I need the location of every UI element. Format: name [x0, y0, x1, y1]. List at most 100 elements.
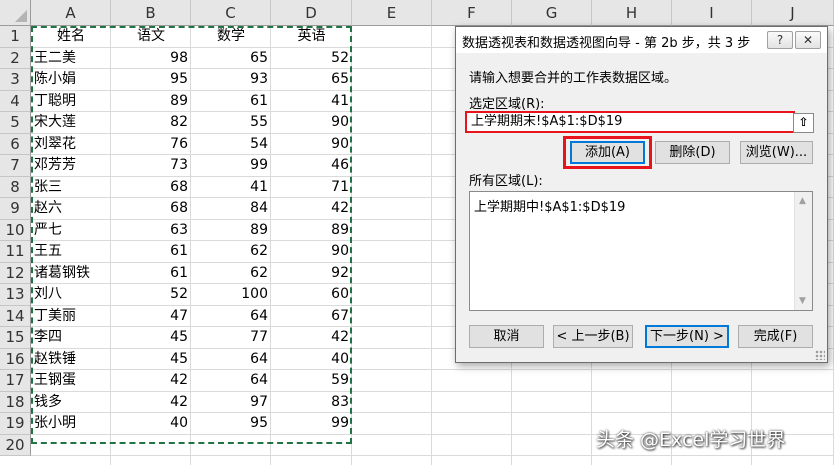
row-header-3[interactable]: 3 — [0, 69, 31, 91]
score-cell[interactable]: 76 — [111, 134, 191, 155]
score-cell[interactable]: 42 — [111, 392, 191, 413]
name-cell[interactable]: 张三 — [31, 177, 111, 198]
score-cell[interactable]: 84 — [191, 198, 271, 219]
score-cell[interactable]: 65 — [271, 69, 352, 90]
score-cell[interactable]: 47 — [111, 306, 191, 327]
score-cell[interactable]: 82 — [111, 112, 191, 133]
score-cell[interactable]: 99 — [191, 155, 271, 176]
score-cell[interactable]: 64 — [191, 370, 271, 391]
resize-grip-icon[interactable] — [815, 350, 825, 360]
list-item[interactable]: 上学期期中!$A$1:$D$19 — [474, 196, 625, 215]
row-header-8[interactable]: 8 — [0, 176, 31, 198]
column-header-i[interactable]: I — [672, 0, 752, 26]
row-header-20[interactable]: 20 — [0, 434, 31, 456]
name-cell[interactable]: 严七 — [31, 220, 111, 241]
score-cell[interactable]: 92 — [271, 263, 352, 284]
score-cell[interactable]: 63 — [111, 220, 191, 241]
delete-button[interactable]: 删除(D) — [655, 141, 730, 164]
name-cell[interactable]: 丁美丽 — [31, 306, 111, 327]
name-cell[interactable]: 邓芳芳 — [31, 155, 111, 176]
score-cell[interactable]: 77 — [191, 327, 271, 348]
browse-button[interactable]: 浏览(W)... — [740, 141, 813, 164]
name-cell[interactable]: 赵六 — [31, 198, 111, 219]
score-cell[interactable]: 60 — [271, 284, 352, 305]
name-cell[interactable]: 王二美 — [31, 48, 111, 69]
all-ranges-list[interactable]: 上学期期中!$A$1:$D$19 ▲ ▼ — [469, 191, 813, 311]
back-button[interactable]: < 上一步(B) — [553, 325, 633, 348]
score-cell[interactable]: 97 — [191, 392, 271, 413]
row-header-14[interactable]: 14 — [0, 305, 31, 327]
header-cell[interactable]: 数学 — [191, 26, 271, 47]
column-header-g[interactable]: G — [512, 0, 592, 26]
score-cell[interactable]: 45 — [111, 327, 191, 348]
score-cell[interactable]: 62 — [191, 241, 271, 262]
column-header-b[interactable]: B — [111, 0, 191, 26]
close-button[interactable]: ✕ — [795, 31, 821, 49]
name-cell[interactable]: 张小明 — [31, 413, 111, 434]
score-cell[interactable]: 65 — [191, 48, 271, 69]
name-cell[interactable]: 刘八 — [31, 284, 111, 305]
column-header-h[interactable]: H — [592, 0, 672, 26]
score-cell[interactable]: 90 — [271, 241, 352, 262]
row-header-19[interactable]: 19 — [0, 413, 31, 435]
score-cell[interactable]: 73 — [111, 155, 191, 176]
score-cell[interactable]: 99 — [271, 413, 352, 434]
header-cell[interactable]: 语文 — [111, 26, 191, 47]
score-cell[interactable]: 59 — [271, 370, 352, 391]
name-cell[interactable]: 丁聪明 — [31, 91, 111, 112]
collapse-dialog-button[interactable]: ⇧ — [793, 113, 814, 133]
score-cell[interactable]: 89 — [271, 220, 352, 241]
column-header-e[interactable]: E — [352, 0, 432, 26]
score-cell[interactable]: 61 — [111, 241, 191, 262]
row-header-13[interactable]: 13 — [0, 284, 31, 306]
row-header-2[interactable]: 2 — [0, 47, 31, 69]
score-cell[interactable]: 42 — [111, 370, 191, 391]
scroll-up-icon[interactable]: ▲ — [799, 196, 806, 206]
scroll-down-icon[interactable]: ▼ — [799, 296, 806, 306]
score-cell[interactable]: 100 — [191, 284, 271, 305]
row-header-7[interactable]: 7 — [0, 155, 31, 177]
score-cell[interactable]: 40 — [271, 349, 352, 370]
score-cell[interactable]: 45 — [111, 349, 191, 370]
score-cell[interactable]: 54 — [191, 134, 271, 155]
name-cell[interactable]: 李四 — [31, 327, 111, 348]
score-cell[interactable]: 95 — [111, 69, 191, 90]
name-cell[interactable]: 诸葛钢铁 — [31, 263, 111, 284]
next-button[interactable]: 下一步(N) > — [645, 325, 729, 348]
row-header-18[interactable]: 18 — [0, 391, 31, 413]
column-header-d[interactable]: D — [271, 0, 352, 26]
row-header-6[interactable]: 6 — [0, 133, 31, 155]
score-cell[interactable]: 67 — [271, 306, 352, 327]
score-cell[interactable]: 40 — [111, 413, 191, 434]
score-cell[interactable]: 52 — [111, 284, 191, 305]
row-header-9[interactable]: 9 — [0, 198, 31, 220]
row-header-16[interactable]: 16 — [0, 348, 31, 370]
score-cell[interactable]: 41 — [271, 91, 352, 112]
score-cell[interactable]: 42 — [271, 327, 352, 348]
score-cell[interactable]: 90 — [271, 134, 352, 155]
select-all-corner[interactable] — [0, 0, 31, 26]
score-cell[interactable]: 41 — [191, 177, 271, 198]
column-header-a[interactable]: A — [31, 0, 111, 26]
column-header-j[interactable]: J — [752, 0, 834, 26]
header-cell[interactable]: 姓名 — [31, 26, 111, 47]
score-cell[interactable]: 52 — [271, 48, 352, 69]
dialog-titlebar[interactable]: 数据透视表和数据透视图向导 - 第 2b 步，共 3 步 ? ✕ — [456, 27, 827, 53]
row-header-17[interactable]: 17 — [0, 370, 31, 392]
score-cell[interactable]: 46 — [271, 155, 352, 176]
row-header-5[interactable]: 5 — [0, 112, 31, 134]
cancel-button[interactable]: 取消 — [469, 325, 544, 348]
row-header-4[interactable]: 4 — [0, 90, 31, 112]
score-cell[interactable]: 64 — [191, 306, 271, 327]
name-cell[interactable]: 宋大莲 — [31, 112, 111, 133]
score-cell[interactable]: 64 — [191, 349, 271, 370]
score-cell[interactable]: 98 — [111, 48, 191, 69]
score-cell[interactable]: 89 — [111, 91, 191, 112]
score-cell[interactable]: 62 — [191, 263, 271, 284]
row-header-12[interactable]: 12 — [0, 262, 31, 284]
name-cell[interactable]: 刘翠花 — [31, 134, 111, 155]
score-cell[interactable]: 55 — [191, 112, 271, 133]
score-cell[interactable]: 83 — [271, 392, 352, 413]
score-cell[interactable]: 90 — [271, 112, 352, 133]
add-button[interactable]: 添加(A) — [570, 141, 645, 164]
